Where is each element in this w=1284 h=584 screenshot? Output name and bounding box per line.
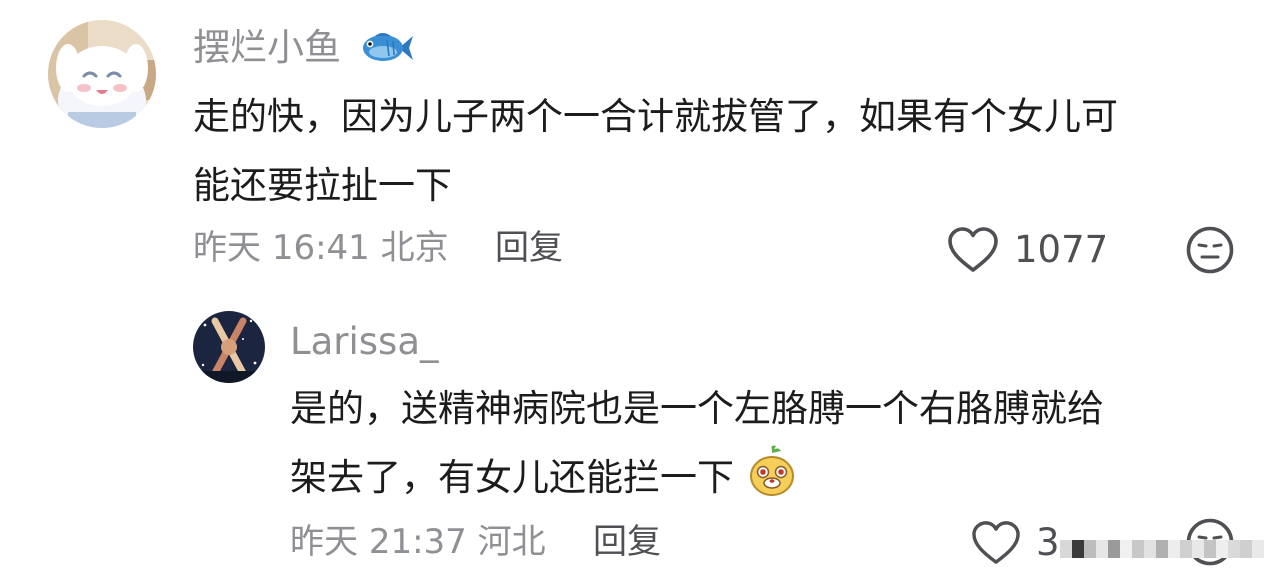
comment-author-name: 摆烂小鱼 — [193, 26, 341, 69]
watermark-mosaic — [1060, 540, 1264, 558]
comment-text: 走的快，因为儿子两个一合计就拔管了，如果有个女儿可 能还要拉扯一下 — [193, 82, 1118, 220]
reply-text: 是的，送精神病院也是一个左胳膊一个右胳膊就给 架去了，有女儿还能拦一下 — [290, 374, 1104, 520]
starry-figure-avatar-icon — [193, 311, 265, 383]
comment-text-line: 走的快，因为儿子两个一合计就拔管了，如果有个女儿可 — [193, 95, 1118, 138]
neutral-face-icon — [1186, 226, 1234, 274]
like-button[interactable]: 3 — [970, 520, 1060, 566]
reply-time: 21:37 — [368, 522, 467, 562]
comment-thread: 摆烂小鱼 走的快，因为儿子两个一合计就拔管了，如果有个女儿可 能还要拉扯一下 昨… — [0, 0, 1284, 584]
comment-location: 北京 — [380, 228, 449, 268]
avatar[interactable] — [48, 20, 156, 128]
comment-meta: 昨天 16:41 北京 — [193, 226, 449, 270]
comment-text-line: 能还要拉扯一下 — [193, 164, 452, 207]
reaction-button[interactable] — [1186, 226, 1234, 274]
comment-date: 昨天 — [193, 228, 261, 268]
fish-emoji-icon — [359, 30, 413, 76]
comment-author[interactable]: 摆烂小鱼 — [193, 26, 413, 76]
like-count: 1077 — [1014, 228, 1109, 271]
reply-author[interactable]: Larissa_ — [290, 320, 439, 364]
reply-location: 河北 — [477, 522, 546, 562]
heart-outline-icon — [948, 227, 998, 272]
cheeky-face-emoji-icon — [748, 444, 796, 520]
comment-time: 16:41 — [271, 228, 370, 268]
cartoon-dog-avatar-icon — [48, 20, 156, 128]
reply-button[interactable]: 回复 — [495, 226, 563, 270]
reply-text-line: 架去了，有女儿还能拦一下 — [290, 456, 734, 499]
heart-outline-icon — [972, 521, 1020, 564]
like-count: 3 — [1036, 521, 1060, 564]
reply-text-line: 是的，送精神病院也是一个左胳膊一个右胳膊就给 — [290, 387, 1104, 430]
reply-text-line-with-emoji: 架去了，有女儿还能拦一下 — [290, 443, 1104, 520]
reply-meta: 昨天 21:37 河北 — [290, 520, 546, 564]
reply-date: 昨天 — [290, 522, 358, 562]
reply-button[interactable]: 回复 — [593, 520, 661, 564]
avatar[interactable] — [193, 311, 265, 383]
like-button[interactable]: 1077 — [946, 226, 1108, 274]
